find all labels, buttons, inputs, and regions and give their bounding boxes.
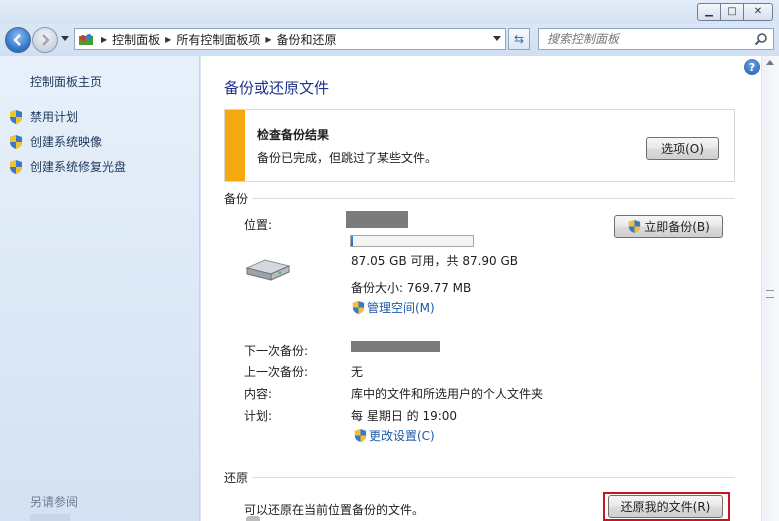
backup-section-heading: 备份 [224, 192, 249, 206]
section-divider [252, 477, 735, 478]
breadcrumb-backup-restore[interactable]: 备份和还原 [277, 31, 337, 48]
address-bar[interactable]: ▶ 控制面板 ▶ 所有控制面板项 ▶ 备份和还原 [74, 28, 506, 50]
back-button[interactable] [5, 27, 31, 53]
minimize-icon: ▁ [705, 6, 713, 17]
control-panel-home-link[interactable]: 控制面板主页 [30, 73, 102, 90]
backup-now-button[interactable]: 立即备份(B) [614, 215, 723, 238]
partial-icon [246, 516, 260, 521]
notice-title: 检查备份结果 [257, 128, 330, 142]
back-arrow-icon [13, 34, 21, 46]
backup-size-text: 备份大小: 769.77 MB [351, 281, 472, 295]
disk-usage-text: 87.05 GB 可用，共 87.90 GB [351, 254, 519, 268]
manage-space-label: 管理空间(M) [367, 301, 435, 315]
backup-now-label: 立即备份(B) [644, 220, 710, 234]
help-icon[interactable]: ? [744, 59, 760, 75]
recent-pages-dropdown[interactable] [61, 36, 69, 41]
contents-label: 内容: [244, 387, 273, 401]
next-backup-label: 下一次备份: [244, 344, 309, 358]
see-also-heading: 另请参阅 [30, 495, 79, 509]
control-panel-icon [79, 34, 93, 45]
location-value-redacted [346, 211, 408, 228]
create-repair-disc-link[interactable]: 创建系统修复光盘 [8, 158, 126, 175]
hard-drive-icon [245, 259, 291, 281]
manage-space-link[interactable]: 管理空间(M) [351, 299, 435, 316]
close-button[interactable]: ✕ [743, 3, 773, 21]
sidebar-link-label: 禁用计划 [30, 110, 79, 124]
restore-button-highlight [603, 492, 730, 521]
change-settings-link[interactable]: 更改设置(C) [353, 427, 435, 444]
maximize-button[interactable]: □ [720, 3, 744, 21]
last-backup-label: 上一次备份: [244, 365, 309, 379]
search-box[interactable] [538, 28, 774, 50]
see-also-link-partial[interactable] [30, 514, 70, 521]
refresh-button[interactable]: ⇆ [508, 28, 530, 50]
schedule-value: 每 星期日 的 19:00 [351, 409, 458, 423]
shield-icon [10, 134, 22, 149]
vertical-scrollbar[interactable] [761, 56, 779, 521]
sidebar-link-label: 创建系统映像 [30, 135, 103, 149]
shield-icon [352, 300, 365, 315]
forward-arrow-icon [42, 34, 50, 46]
last-backup-value: 无 [351, 365, 364, 379]
search-input[interactable] [547, 32, 747, 46]
task-pane: 控制面板主页 禁用计划 创建系统映像 创建系统修复光盘 另请参阅 [0, 56, 200, 521]
restore-description: 可以还原在当前位置备份的文件。 [244, 503, 425, 517]
warning-accent-bar [225, 110, 245, 181]
window-titlebar: ▁ □ ✕ [0, 0, 779, 24]
close-icon: ✕ [753, 6, 763, 17]
page-title: 备份或还原文件 [224, 79, 330, 97]
navigation-bar: ▶ 控制面板 ▶ 所有控制面板项 ▶ 备份和还原 ⇆ [0, 24, 779, 56]
next-backup-value-redacted [351, 341, 440, 352]
notice-text: 备份已完成，但跳过了某些文件。 [257, 151, 438, 165]
location-label: 位置: [244, 218, 273, 232]
schedule-label: 计划: [244, 409, 273, 423]
disk-usage-fill [351, 236, 353, 246]
breadcrumb-separator-icon[interactable]: ▶ [165, 35, 171, 44]
breadcrumb-separator-icon[interactable]: ▶ [265, 35, 271, 44]
forward-button[interactable] [32, 27, 58, 53]
sidebar-link-label: 创建系统修复光盘 [30, 160, 127, 174]
address-dropdown-icon[interactable] [493, 36, 501, 41]
contents-value: 库中的文件和所选用户的个人文件夹 [351, 387, 544, 401]
restore-section-heading: 还原 [224, 471, 249, 485]
shield-icon [629, 219, 641, 234]
shield-icon [354, 428, 367, 443]
change-settings-label: 更改设置(C) [369, 429, 435, 443]
scroll-thumb-grip[interactable] [766, 290, 774, 298]
maximize-icon: □ [727, 6, 737, 17]
disk-usage-bar [350, 235, 474, 247]
disable-schedule-link[interactable]: 禁用计划 [8, 108, 78, 125]
options-button[interactable]: 选项(O) [646, 137, 719, 160]
shield-icon [10, 159, 22, 174]
shield-icon [10, 109, 22, 124]
breadcrumb-all-items[interactable]: 所有控制面板项 [176, 31, 260, 48]
search-icon[interactable] [754, 32, 768, 46]
scroll-up-icon[interactable] [766, 60, 774, 65]
refresh-icon: ⇆ [513, 32, 525, 46]
caption-buttons: ▁ □ ✕ [697, 3, 773, 21]
breadcrumb-control-panel[interactable]: 控制面板 [112, 31, 160, 48]
breadcrumb-separator-icon[interactable]: ▶ [101, 35, 107, 44]
create-system-image-link[interactable]: 创建系统映像 [8, 133, 102, 150]
minimize-button[interactable]: ▁ [697, 3, 721, 21]
section-divider [252, 198, 735, 199]
